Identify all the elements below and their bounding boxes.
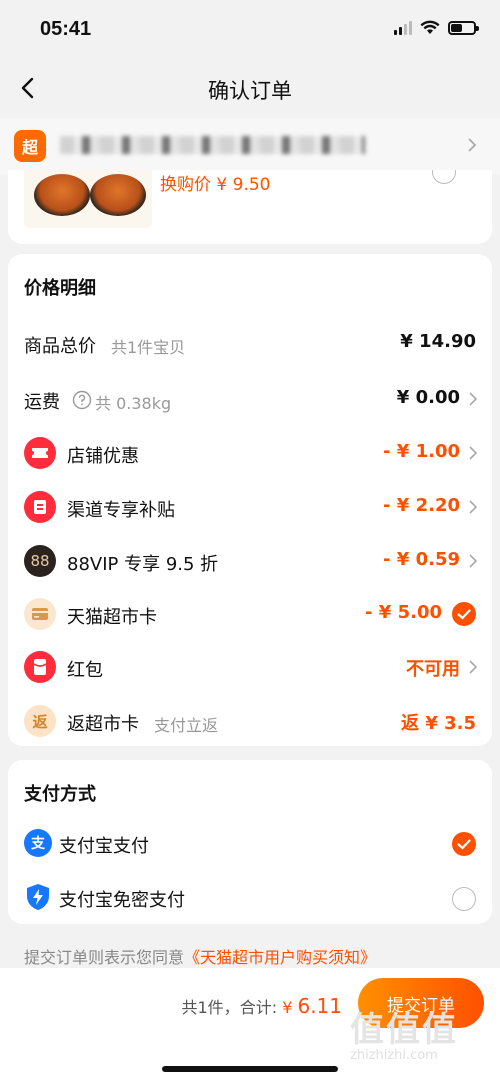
item-count: 共1件， [181,998,240,1017]
payment-alipay-nopwd[interactable]: 支付宝免密支付 [8,874,492,920]
payment-title: 支付方式 [24,784,96,805]
row-value: ¥ 14.90 [400,331,476,352]
vip88-icon: 88 [24,545,56,577]
total-currency: ¥ [282,998,293,1017]
chevron-right-icon [469,660,478,674]
product-image[interactable] [24,170,152,228]
row-label: 88VIP 专享 9.5 折 [67,554,219,575]
row-value: - ¥ 1.00 [383,441,460,462]
alipay-icon: 支 [24,829,52,857]
row-label: 天猫超市卡 [67,607,157,628]
row-channel-subsidy[interactable]: 渠道专享补贴 - ¥ 2.20 [8,484,492,530]
row-value: 不可用 [406,659,460,680]
status-bar: 05:41 [0,0,500,62]
store-logo-icon: 超 [14,130,46,162]
row-sub: 共1件宝贝 [111,338,186,357]
watermark-logo: 值值值 [350,1010,458,1050]
total-amount: 6.11 [297,994,342,1018]
shield-lightning-icon [27,884,49,910]
page-title: 确认订单 [208,79,292,103]
battery-icon [448,20,479,35]
payment-label: 支付宝支付 [59,836,149,857]
payment-label: 支付宝免密支付 [59,890,185,911]
home-indicator [162,1066,338,1072]
unchecked-radio[interactable] [452,887,476,911]
row-value: ¥ 0.00 [396,387,460,408]
red-packet-icon [24,651,56,683]
status-time: 05:41 [40,18,92,40]
payment-alipay[interactable]: 支 支付宝支付 [8,820,492,866]
row-store-discount[interactable]: 店铺优惠 - ¥ 1.00 [8,430,492,476]
watermark-url: zhizhizhi.com [350,1048,438,1063]
chevron-right-icon [469,554,478,568]
store-row[interactable]: 超 [0,118,500,174]
order-total: 共1件，合计: ¥ 6.11 [182,994,343,1018]
row-label: 运费 [24,392,60,413]
chevron-right-icon [469,500,478,514]
status-icons [394,20,479,35]
card-icon [24,598,56,630]
payment-card: 支付方式 支 支付宝支付 支付宝免密支付 [8,760,492,924]
row-label: 红包 [67,660,103,681]
price-detail-card: 价格明细 商品总价 共1件宝贝 ¥ 14.90 运费 共 0.38kg ¥ 0.… [8,254,492,746]
row-tmall-card[interactable]: 天猫超市卡 - ¥ 5.00 [8,591,492,637]
row-value: - ¥ 2.20 [383,495,460,516]
ticket-icon [24,437,56,469]
product-price: 换购价 ¥ 9.50 [160,175,271,195]
row-label: 返超市卡 [67,714,139,735]
row-value: - ¥ 5.00 [365,602,442,623]
row-label: 渠道专享补贴 [67,500,175,521]
checked-icon[interactable] [452,602,476,626]
nav-bar: 确认订单 [0,62,500,116]
agreement-link[interactable]: 《天猫超市用户购买须知》 [184,948,376,967]
row-label: 店铺优惠 [67,446,139,467]
row-cashback: 返 返超市卡 支付立返 返 ¥ 3.5 [8,698,492,744]
chevron-right-icon [469,446,478,460]
product-card: 换购价 ¥ 9.50 [8,170,492,244]
chevron-right-icon [469,392,478,406]
price-detail-title: 价格明细 [24,278,96,299]
row-sub: 支付立返 [154,716,219,735]
row-shipping[interactable]: 运费 共 0.38kg ¥ 0.00 [8,376,492,422]
chevron-right-icon [468,138,477,152]
watermark: 值值值 zhizhizhi.com [350,1012,490,1063]
question-icon[interactable] [72,390,92,410]
row-sub: 共 0.38kg [95,394,172,413]
wifi-icon [420,20,440,34]
row-value: 返 ¥ 3.5 [401,713,476,734]
row-label: 商品总价 [24,336,96,357]
row-value: - ¥ 0.59 [383,549,460,570]
agreement-prefix: 提交订单则表示您同意 [24,948,185,967]
store-name-blurred [60,136,365,154]
checked-icon[interactable] [452,832,476,856]
total-label: 合计: [239,998,278,1017]
product-radio[interactable] [432,170,456,184]
signal-icon [394,20,412,35]
agreement-text: 提交订单则表示您同意《天猫超市用户购买须知》 [24,944,376,968]
row-red-packet[interactable]: 红包 不可用 [8,644,492,690]
row-goods-total: 商品总价 共1件宝贝 ¥ 14.90 [8,320,492,366]
cashback-icon: 返 [24,705,56,737]
subsidy-icon [24,491,56,523]
row-88vip[interactable]: 88 88VIP 专享 9.5 折 - ¥ 0.59 [8,538,492,584]
